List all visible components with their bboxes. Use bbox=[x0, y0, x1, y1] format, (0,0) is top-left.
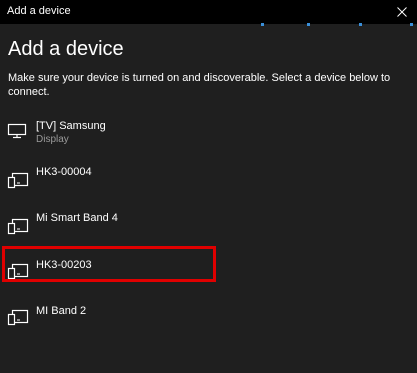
window-title: Add a device bbox=[7, 5, 71, 17]
phone-device-icon bbox=[7, 218, 29, 235]
phone-device-icon bbox=[7, 309, 29, 326]
device-item-tv-samsung[interactable]: [TV] Samsung Display bbox=[0, 120, 417, 160]
progress-dot bbox=[359, 23, 362, 26]
device-item-mi-band-2[interactable]: MI Band 2 bbox=[0, 305, 417, 345]
progress-dot bbox=[261, 23, 264, 26]
instructions-text: Make sure your device is turned on and d… bbox=[8, 72, 391, 98]
device-name: Mi Smart Band 4 bbox=[36, 212, 118, 224]
device-name: HK3-00004 bbox=[36, 166, 92, 178]
device-name: MI Band 2 bbox=[36, 305, 87, 317]
phone-device-icon bbox=[7, 172, 29, 189]
device-name: [TV] Samsung bbox=[36, 120, 106, 132]
close-button[interactable] bbox=[387, 0, 417, 24]
progress-dot bbox=[307, 23, 310, 26]
progress-dot bbox=[410, 23, 413, 26]
close-icon bbox=[397, 7, 407, 17]
add-device-window: Add a device Add a device Make sure your… bbox=[0, 0, 417, 373]
progress-dots bbox=[0, 23, 417, 27]
monitor-icon bbox=[7, 123, 27, 139]
device-item-hk3-00004[interactable]: HK3-00004 bbox=[0, 166, 417, 206]
device-type: Display bbox=[36, 134, 69, 145]
selection-highlight bbox=[2, 246, 216, 282]
title-bar: Add a device bbox=[0, 0, 417, 24]
page-title: Add a device bbox=[8, 38, 124, 60]
